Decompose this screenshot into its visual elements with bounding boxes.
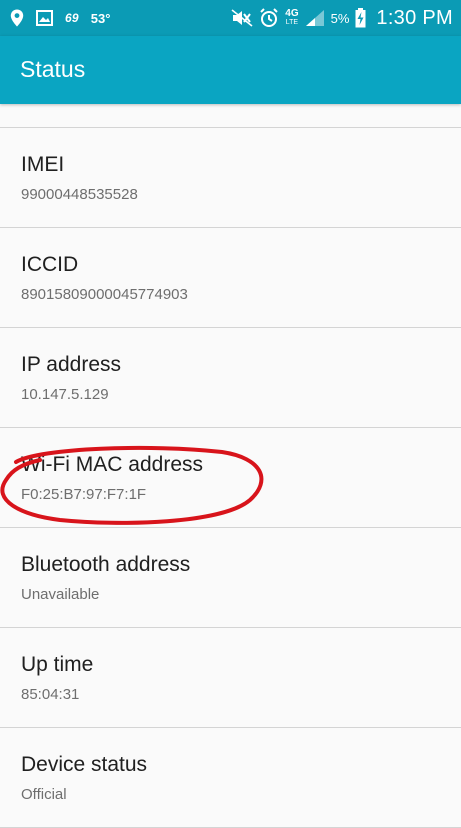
mute-icon [231,9,253,27]
status-bar: 69 53° 4G LTE 5% 1:30 PM [0,0,461,36]
list-item-ip-address[interactable]: IP address 10.147.5.129 [0,328,461,428]
network-sub-label: LTE [285,19,299,26]
location-icon [10,9,24,27]
network-label: 4G [285,8,299,19]
alarm-icon [259,8,279,28]
image-icon [36,10,53,26]
item-value: Official [21,786,67,803]
item-title: ICCID [21,253,79,276]
battery-percent: 5% [330,10,350,26]
item-title: Bluetooth address [21,553,191,576]
list-item-imei[interactable]: IMEI 99000448535528 [0,128,461,228]
list-item-up-time[interactable]: Up time 85:04:31 [0,628,461,728]
item-value: F0:25:B7:97:F7:1F [21,486,147,503]
item-value: Unavailable [21,586,100,603]
list-item-device-status[interactable]: Device status Official [0,728,461,828]
item-value: 85:04:31 [21,686,80,703]
item-title: IP address [21,353,122,376]
signal-icon [305,9,325,27]
list-item-bluetooth-address[interactable]: Bluetooth address Unavailable [0,528,461,628]
item-title: Up time [21,653,94,676]
clock: 1:30 PM [376,6,453,29]
item-title: Wi-Fi MAC address [21,453,204,476]
item-value: 10.147.5.129 [21,386,109,403]
item-value: 99000448535528 [21,186,138,203]
temperature-text: 53° [90,10,111,26]
item-title: Device status [21,753,148,776]
status-bar-right: 4G LTE 5% 1:30 PM [231,7,453,30]
item-value: 89015809000045774903 [21,286,188,303]
list-item-iccid[interactable]: ICCID 89015809000045774903 [0,228,461,328]
list-item-wifi-mac-address[interactable]: Wi-Fi MAC address F0:25:B7:97:F7:1F [0,428,461,528]
status-bar-left: 69 53° [10,9,110,27]
status-list: IMEI 99000448535528 ICCID 89015809000045… [0,128,461,828]
signal-strength-text: 69 [65,11,79,25]
page-title: Status [20,55,86,82]
battery-charging-icon [355,8,366,28]
app-bar: Status [0,36,461,104]
item-title: IMEI [21,153,65,176]
network-type: 4G LTE [285,9,298,27]
